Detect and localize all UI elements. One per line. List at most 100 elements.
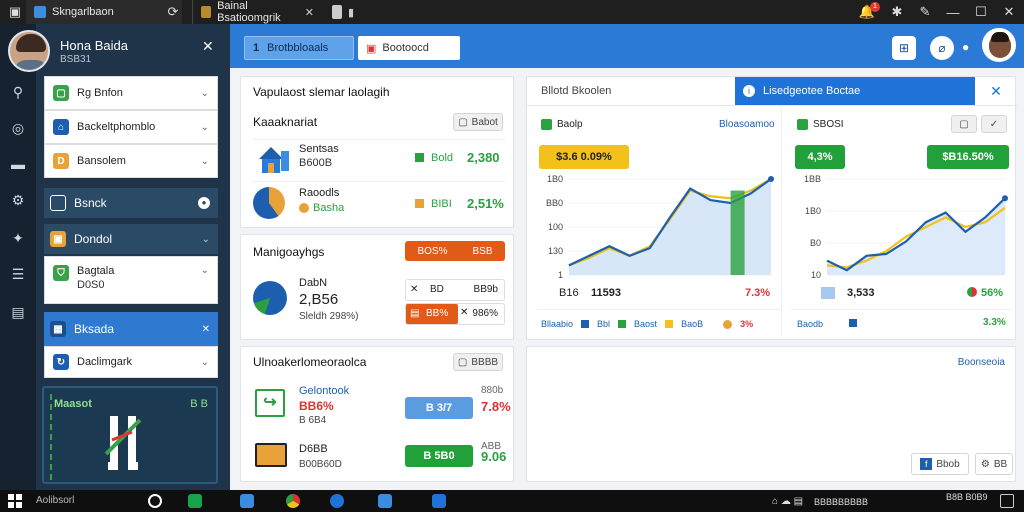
- app-icon: ▣: [8, 4, 22, 19]
- check-button[interactable]: ✓: [981, 115, 1007, 133]
- expand-button[interactable]: ▢: [951, 115, 977, 133]
- metric-button[interactable]: BOS% BSB: [405, 241, 505, 261]
- sidebar-item-label: Dondol: [74, 232, 113, 246]
- search-icon[interactable]: ⚲: [8, 82, 28, 102]
- reload-icon[interactable]: ⟳: [160, 0, 186, 24]
- grid-icon[interactable]: ⊞: [892, 36, 916, 60]
- chart-tab-label[interactable]: Bllotd Bkoolen: [541, 85, 611, 97]
- metrics-card: Manigoayhgs BOS% BSB DabN 2,B56 Sleldh 2…: [240, 234, 514, 340]
- chevron-down-icon: ⌄: [200, 155, 209, 167]
- sidebar-item[interactable]: ▣ Dondol ⌄: [44, 224, 218, 254]
- sidebar-item[interactable]: D Bansolem ⌄: [44, 144, 218, 178]
- bottom-link[interactable]: Boonseoia: [958, 357, 1005, 368]
- folder-icon[interactable]: ▬: [8, 154, 28, 174]
- store-icon[interactable]: [378, 494, 392, 508]
- pin-icon[interactable]: ✦: [8, 228, 28, 248]
- tab-close-icon[interactable]: ✕: [305, 6, 314, 19]
- sidebar-item[interactable]: ▢ Rg Bnfon ⌄: [44, 76, 218, 110]
- link-icon[interactable]: ⌀: [930, 36, 954, 60]
- row-top: 880b: [481, 385, 504, 396]
- sidebar-item[interactable]: ⌂ Backeltphomblo ⌄: [44, 110, 218, 144]
- pie-chart-icon: [253, 281, 287, 315]
- chart2-value-right: $B16.50%: [927, 145, 1009, 169]
- chart1-footer-left: B16: [559, 287, 579, 299]
- chevron-down-icon: ⌄: [200, 265, 209, 276]
- browser-tab[interactable]: Bainal Bsatioomgrik ✕: [192, 0, 322, 24]
- notification-center-icon[interactable]: [1000, 494, 1014, 508]
- y-tick-label: 10: [811, 270, 821, 280]
- tab-dashboard[interactable]: 1 Brotbbloaals: [244, 36, 354, 60]
- close-icon[interactable]: ✕: [202, 38, 214, 55]
- y-tick-label: 1B0: [805, 206, 821, 216]
- windows-start-icon[interactable]: [8, 494, 22, 508]
- metric-row[interactable]: ✕ BD BB9b: [405, 279, 505, 301]
- grid-icon: ▦: [50, 321, 66, 337]
- check-icon: [797, 119, 808, 130]
- settings-button[interactable]: ⚙ BB: [975, 453, 1013, 475]
- sidebar-item-label: Backeltphomblo: [77, 121, 156, 133]
- tray-icons[interactable]: ⌂ ☁ ▤: [772, 496, 803, 507]
- row-pill[interactable]: B 5B0: [405, 445, 473, 467]
- globe-icon[interactable]: ◎: [8, 118, 28, 138]
- folder-icon[interactable]: [240, 494, 254, 508]
- cortana-icon[interactable]: [148, 494, 162, 508]
- row-name: Raoodls: [299, 187, 340, 199]
- row-sub: B600B: [299, 157, 333, 169]
- card-title: Ulnoakerlomeoraolca: [253, 355, 367, 369]
- metric-name: DabN: [299, 277, 328, 289]
- user-icon[interactable]: ●: [962, 40, 969, 54]
- minimize-icon[interactable]: —: [940, 0, 966, 24]
- metric-row[interactable]: ▤ BB% ✕ 986%: [405, 303, 505, 325]
- edit-icon[interactable]: ✎: [912, 0, 938, 24]
- browser-tab[interactable]: Skngarlbaon: [26, 0, 182, 24]
- maximize-icon[interactable]: ☐: [968, 0, 994, 24]
- y-tick-label: 1: [558, 270, 563, 280]
- close-icon[interactable]: ✕: [977, 79, 1015, 103]
- chevron-down-icon: ⌄: [201, 233, 210, 245]
- extensions-icon[interactable]: ✱: [884, 0, 910, 24]
- filter-button[interactable]: ▢ Babot: [453, 113, 503, 131]
- sidebar-item-active[interactable]: ▦ Bksada ✕: [44, 312, 218, 346]
- sidebar-item[interactable]: ↻ Daclimgark ⌄: [44, 346, 218, 378]
- sidebar-item[interactable]: ⛉ Bagtala D0S0 ⌄: [44, 256, 218, 304]
- taskbar: Aolibsorl: [0, 490, 1024, 512]
- document-icon[interactable]: ▤: [8, 302, 28, 322]
- document-icon: D: [53, 153, 69, 169]
- avatar[interactable]: [8, 30, 50, 72]
- book-icon: ↪: [255, 389, 285, 417]
- tab-dashboard-label: Brotbbloaals: [267, 42, 329, 54]
- facebook-icon: f: [920, 458, 933, 470]
- row-pill[interactable]: B 3/7: [405, 397, 473, 419]
- avatar[interactable]: [982, 28, 1016, 62]
- close-window-icon[interactable]: ✕: [996, 0, 1022, 24]
- mail-icon[interactable]: [432, 494, 446, 508]
- new-tab-button[interactable]: ▮: [324, 0, 368, 24]
- filter-button[interactable]: ▢ BBBB: [453, 353, 503, 371]
- sidebar-item-label: Bsnck: [74, 196, 107, 210]
- info-icon[interactable]: ●: [198, 197, 210, 209]
- promo-card[interactable]: Maasot B B: [42, 386, 218, 484]
- legend-value: 3%: [740, 319, 754, 329]
- settings-icon[interactable]: ⚙: [8, 190, 28, 210]
- pie-icon: [253, 187, 285, 219]
- info-icon: i: [743, 85, 755, 97]
- taskbar-search[interactable]: Aolibsorl: [36, 495, 74, 506]
- highlight-bar: [730, 190, 745, 275]
- sidebar-item-label: Bagtala: [77, 265, 115, 277]
- legend-value: 3.3%: [983, 317, 1006, 328]
- tab-settings[interactable]: ▣ Bootoocd: [358, 36, 460, 60]
- row-name: Gelontook: [299, 385, 350, 397]
- edge-icon[interactable]: [330, 494, 344, 508]
- app-icon[interactable]: [188, 494, 202, 508]
- filter-icon: ▢: [458, 116, 468, 128]
- chevron-down-icon: ⌄: [200, 356, 209, 368]
- close-icon[interactable]: ✕: [202, 324, 210, 335]
- chart-tab-active[interactable]: i Lisedgeotee Boctae: [735, 77, 975, 105]
- chart-logo-icon: [104, 416, 142, 470]
- row-sub: B00B60D: [299, 459, 342, 470]
- browser-tab-label: Bainal Bsatioomgrik: [217, 0, 281, 24]
- list-icon[interactable]: ☰: [8, 264, 28, 284]
- sidebar-item[interactable]: Bsnck ●: [44, 188, 218, 218]
- share-button[interactable]: f Bbob: [911, 453, 969, 475]
- chrome-icon[interactable]: [286, 494, 300, 508]
